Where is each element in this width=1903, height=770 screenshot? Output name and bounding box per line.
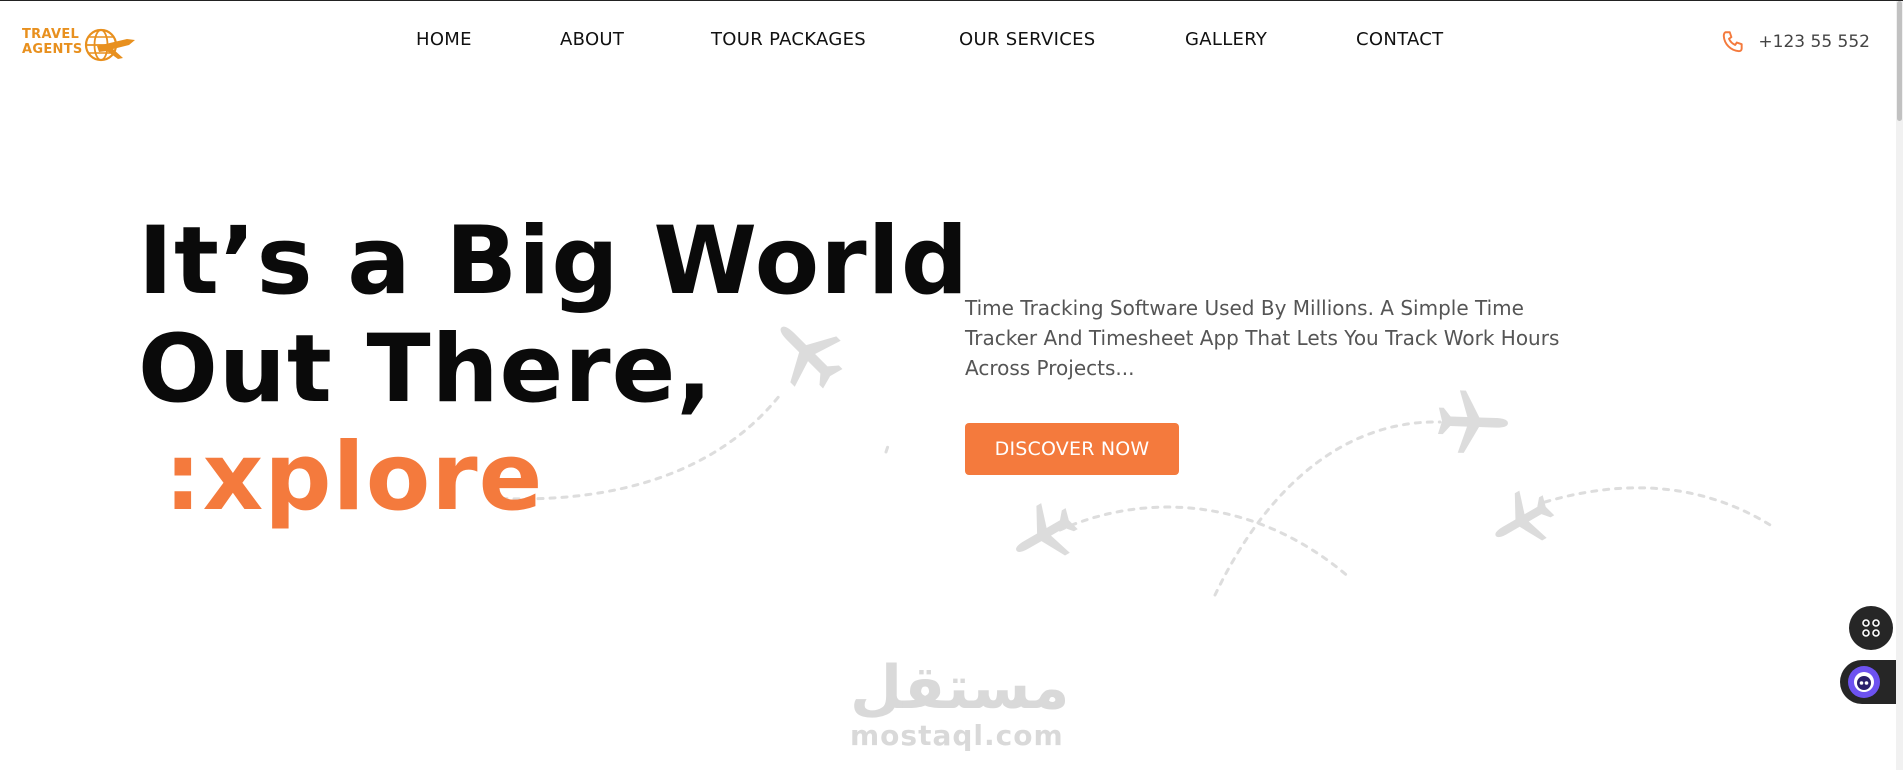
hero-title-line2: Out There, bbox=[138, 315, 714, 424]
chat-widget-button[interactable] bbox=[1840, 660, 1903, 704]
hero-heading: It’s a Big World Out There, :xplore bbox=[138, 208, 969, 532]
watermark-latin: mostaql.com bbox=[850, 719, 1064, 752]
plane-decoration-4 bbox=[1495, 490, 1555, 541]
scrollbar-thumb[interactable] bbox=[1897, 1, 1902, 121]
hero-description: Time Tracking Software Used By Millions.… bbox=[965, 296, 1560, 380]
page-scrollbar[interactable] bbox=[1896, 1, 1903, 770]
hero-title-line1: It’s a Big World bbox=[138, 207, 970, 316]
watermark: مستقل mostaql.com bbox=[850, 653, 1070, 752]
command-icon bbox=[1862, 619, 1880, 637]
watermark-arabic: مستقل bbox=[850, 653, 1070, 723]
discover-now-button[interactable]: DISCOVER NOW bbox=[965, 423, 1179, 475]
command-button[interactable] bbox=[1849, 606, 1893, 650]
plane-decoration-3 bbox=[1437, 390, 1508, 453]
hero-title-accent: :xplore bbox=[164, 423, 544, 532]
plane-decoration-2 bbox=[1016, 503, 1078, 556]
chat-bot-icon bbox=[1848, 666, 1880, 698]
